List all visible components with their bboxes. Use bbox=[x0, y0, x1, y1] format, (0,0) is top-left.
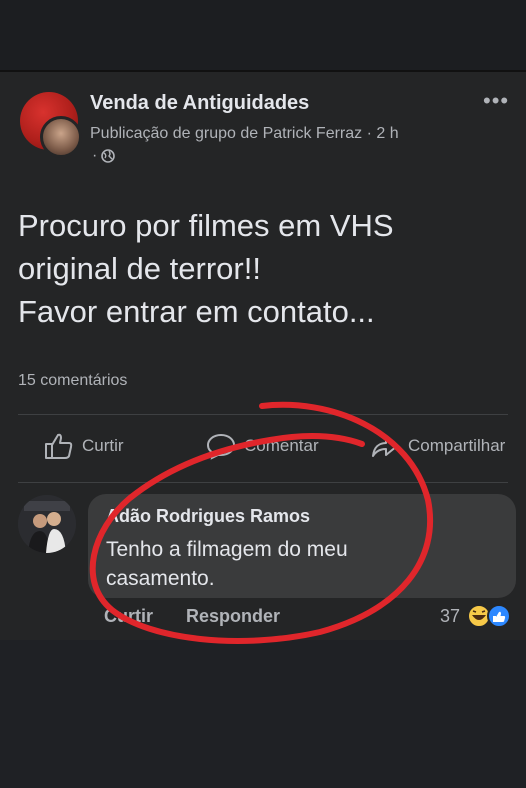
top-bar bbox=[0, 0, 526, 70]
comment-author[interactable]: Adão Rodrigues Ramos bbox=[106, 506, 310, 527]
comment-icon bbox=[206, 433, 236, 460]
post-text-line: Favor entrar em contato... bbox=[18, 294, 375, 329]
like-label: Curtir bbox=[82, 436, 124, 455]
laugh-reaction-icon bbox=[467, 604, 491, 628]
divider bbox=[18, 414, 508, 415]
share-icon bbox=[372, 436, 398, 457]
post-privacy: · bbox=[92, 147, 116, 165]
like-reaction-icon bbox=[487, 604, 511, 628]
share-button[interactable]: Compartilhar bbox=[370, 432, 505, 460]
post-text: Procuro por filmes em VHS original de te… bbox=[18, 204, 508, 333]
comment-text: Tenho a filmagem do meu casamento. bbox=[106, 535, 348, 593]
reaction-count[interactable]: 37 bbox=[440, 606, 460, 627]
comment-reply-button[interactable]: Responder bbox=[186, 606, 280, 626]
share-label: Compartilhar bbox=[408, 436, 506, 455]
post-meta: Publicação de grupo de Patrick Ferraz · … bbox=[90, 125, 399, 142]
commenter-avatar[interactable] bbox=[18, 495, 76, 553]
comment-actions: Curtir Responder bbox=[104, 606, 308, 627]
meta-separator: · bbox=[92, 147, 98, 164]
commenter-photo bbox=[18, 495, 76, 553]
comment-text-line: casamento. bbox=[106, 567, 215, 590]
like-button[interactable]: Curtir bbox=[44, 432, 124, 460]
more-options-button[interactable]: ••• bbox=[483, 88, 509, 114]
comment-text-line: Tenho a filmagem do meu bbox=[106, 538, 348, 561]
reaction-icons[interactable] bbox=[466, 603, 522, 629]
globe-icon bbox=[101, 149, 116, 163]
comments-count[interactable]: 15 comentários bbox=[18, 372, 127, 390]
feed-background bbox=[0, 640, 526, 788]
comment-like-button[interactable]: Curtir bbox=[104, 606, 153, 626]
comment-button[interactable]: Comentar bbox=[206, 432, 319, 460]
author-avatar[interactable] bbox=[40, 116, 82, 158]
post-actions: Curtir Comentar Compartilhar bbox=[0, 432, 526, 468]
post-text-line: original de terror!! bbox=[18, 251, 261, 286]
thumbs-up-icon bbox=[45, 433, 73, 459]
comment-label: Comentar bbox=[244, 436, 319, 455]
divider bbox=[18, 482, 508, 483]
group-name[interactable]: Venda de Antiguidades bbox=[90, 92, 309, 115]
post-text-line: Procuro por filmes em VHS bbox=[18, 208, 394, 243]
